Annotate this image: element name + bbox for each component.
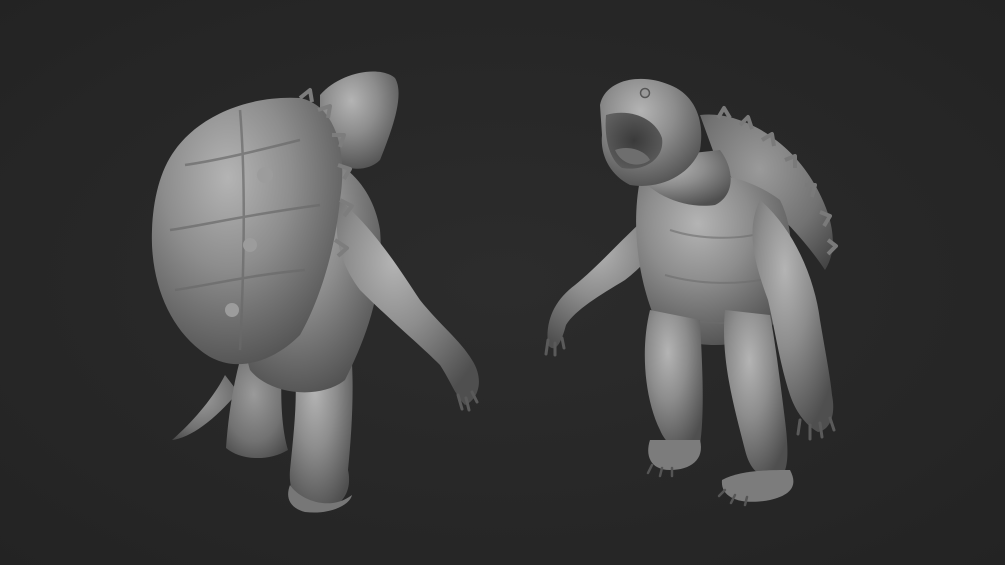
shell-knob [243,238,257,252]
foot-left [648,440,701,470]
turtle-back-view [151,71,479,513]
render-viewport [0,0,1005,565]
leg-left [644,310,703,452]
turtle-front-view [544,78,838,507]
shell-knob [225,303,239,317]
sculpt-render [151,71,838,513]
shell-knob [257,167,273,183]
eye [639,87,651,99]
